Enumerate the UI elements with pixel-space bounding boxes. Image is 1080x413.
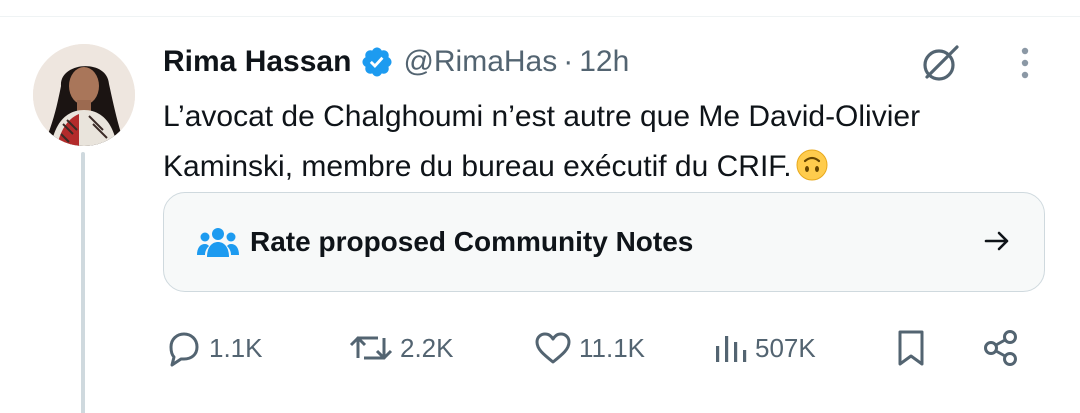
reply-icon [163, 328, 203, 368]
thread-line [81, 152, 85, 413]
people-icon [197, 225, 239, 259]
tweet-text: L’avocat de Chalghoumi n’est autre que M… [163, 92, 1043, 192]
heart-icon [533, 328, 573, 368]
upside-down-face-icon [796, 147, 828, 181]
author-name[interactable]: Rima Hassan [163, 45, 351, 79]
arrow-right-icon [982, 226, 1012, 256]
timestamp[interactable]: 12h [579, 45, 629, 79]
tweet[interactable]: Rima Hassan @RimaHas · 12h L’avocat de C… [0, 0, 1080, 413]
repost-button[interactable]: 2.2K [348, 325, 454, 371]
divider [0, 16, 1080, 17]
verified-badge-icon[interactable] [360, 45, 394, 79]
grok-icon[interactable] [915, 40, 967, 86]
share-icon [981, 328, 1021, 368]
like-button[interactable]: 11.1K [533, 325, 645, 371]
separator-dot: · [563, 45, 574, 78]
community-notes-button[interactable]: Rate proposed Community Notes [163, 192, 1045, 292]
views-icon [713, 328, 749, 368]
bookmark-button[interactable] [893, 325, 929, 371]
views-button[interactable]: 507K [713, 325, 816, 371]
bookmark-icon [893, 328, 929, 368]
reply-count: 1.1K [209, 332, 263, 363]
share-button[interactable] [981, 325, 1021, 371]
community-notes-label: Rate proposed Community Notes [250, 226, 694, 257]
author-handle[interactable]: @RimaHas [403, 45, 557, 79]
repost-icon [348, 328, 394, 368]
action-bar: 1.1K 2.2K 11.1K 507K [163, 325, 1033, 371]
tweet-text-line-2: Kaminski, membre du bureau exécutif du C… [163, 142, 1043, 192]
profile-photo-icon [33, 44, 135, 146]
like-count: 11.1K [579, 332, 646, 363]
more-options-icon[interactable] [1005, 40, 1045, 86]
view-count: 507K [755, 332, 816, 363]
reply-button[interactable]: 1.1K [163, 325, 263, 371]
tweet-header: Rima Hassan @RimaHas · 12h [163, 40, 629, 84]
avatar[interactable] [33, 44, 135, 146]
tweet-text-line-1: L’avocat de Chalghoumi n’est autre que M… [163, 100, 921, 133]
tweet-text-line-2-content: Kaminski, membre du bureau exécutif du C… [163, 150, 792, 183]
repost-count: 2.2K [400, 332, 454, 363]
